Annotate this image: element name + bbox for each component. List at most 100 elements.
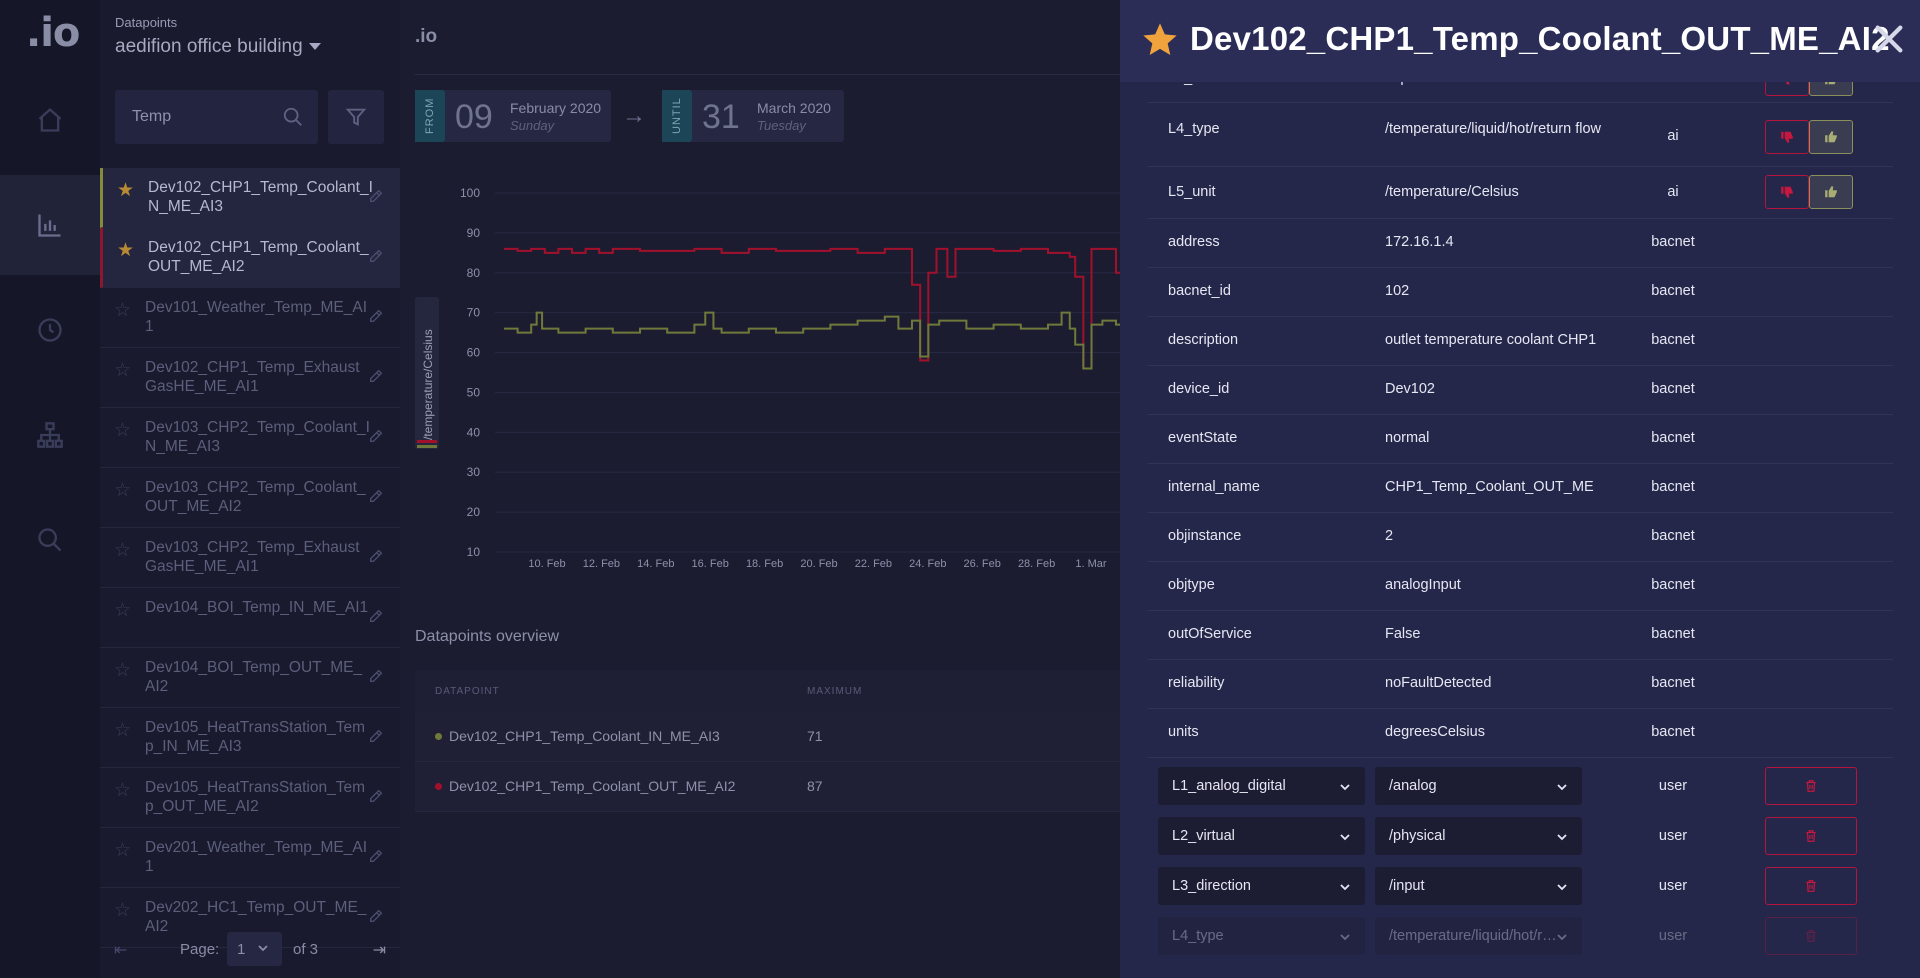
property-value-select[interactable]: /physical	[1375, 817, 1582, 855]
datapoint-list-item[interactable]: ☆ Dev104_BOI_Temp_IN_ME_AI1	[100, 588, 400, 648]
property-value: noFaultDetected	[1385, 675, 1492, 691]
delete-button[interactable]	[1765, 867, 1857, 905]
property-value: /temperature/liquid/hot/return flow	[1385, 121, 1601, 137]
delete-button[interactable]	[1765, 917, 1857, 955]
thumbs-down-button[interactable]	[1765, 120, 1809, 154]
datapoint-list-item[interactable]: ☆ Dev105_HeatTransStation_Temp_IN_ME_AI3	[100, 708, 400, 768]
star-icon[interactable]: ☆	[114, 839, 131, 862]
nav-home[interactable]	[0, 70, 100, 170]
pencil-icon[interactable]	[368, 668, 384, 684]
y-tick-label: 30	[467, 465, 481, 479]
datapoint-list-item[interactable]: ☆ Dev201_Weather_Temp_ME_AI1	[100, 828, 400, 888]
star-icon[interactable]: ☆	[114, 719, 131, 742]
overview-row[interactable]: Dev102_CHP1_Temp_Coolant_OUT_ME_AI2 87	[415, 762, 1120, 812]
x-tick-label: 16. Feb	[692, 558, 729, 570]
star-icon[interactable]: ☆	[114, 899, 131, 922]
property-value-select[interactable]: /input	[1375, 867, 1582, 905]
datapoint-list-item[interactable]: ☆ Dev101_Weather_Temp_ME_AI1	[100, 288, 400, 348]
property-key-select[interactable]: L3_direction	[1158, 867, 1365, 905]
datapoint-name: Dev104_BOI_Temp_IN_ME_AI1	[145, 599, 369, 616]
property-source: user	[1658, 928, 1688, 944]
from-date-picker[interactable]: FROM 09 February 2020 Sunday	[415, 90, 611, 142]
search-icon[interactable]	[282, 106, 304, 128]
pencil-icon[interactable]	[368, 428, 384, 444]
property-key: L4_type	[1172, 928, 1224, 944]
star-icon[interactable]: ☆	[114, 419, 131, 442]
nav-hierarchy[interactable]	[0, 385, 100, 485]
until-day: 31	[702, 98, 740, 136]
property-key: units	[1168, 724, 1199, 740]
datapoint-list-item[interactable]: ★ Dev102_CHP1_Temp_Coolant_OUT_ME_AI2	[100, 228, 400, 288]
property-key: L1_analog_digital	[1172, 778, 1286, 794]
overview-title: Datapoints overview	[415, 628, 560, 645]
last-page-icon[interactable]: ⇥	[373, 940, 386, 960]
pencil-icon[interactable]	[368, 848, 384, 864]
x-tick-label: 22. Feb	[855, 558, 892, 570]
pencil-icon[interactable]	[368, 548, 384, 564]
building-selector[interactable]: aedifion office building	[115, 36, 321, 58]
pencil-icon[interactable]	[368, 488, 384, 504]
chevron-down-icon	[258, 945, 268, 952]
nav-search[interactable]	[0, 490, 100, 590]
pencil-icon[interactable]	[368, 908, 384, 924]
datapoint-list-item[interactable]: ☆ Dev103_CHP2_Temp_Coolant_IN_ME_AI3	[100, 408, 400, 468]
datapoint-list-item[interactable]: ★ Dev102_CHP1_Temp_Coolant_IN_ME_AI3	[100, 168, 400, 228]
search-input[interactable]: Temp	[115, 90, 318, 144]
series-line[interactable]	[504, 247, 1134, 381]
series-dot	[435, 733, 442, 740]
property-key: L4_type	[1168, 121, 1220, 137]
thumbs-up-button[interactable]	[1809, 120, 1853, 154]
star-icon[interactable]: ★	[117, 179, 134, 202]
star-icon[interactable]: ☆	[114, 299, 131, 322]
pencil-icon[interactable]	[368, 608, 384, 624]
property-value-select[interactable]: /analog	[1375, 767, 1582, 805]
filter-icon	[345, 108, 367, 126]
property-key-select[interactable]: L1_analog_digital	[1158, 767, 1365, 805]
overview-row[interactable]: Dev102_CHP1_Temp_Coolant_IN_ME_AI3 71	[415, 712, 1120, 762]
series-line[interactable]	[504, 311, 1134, 385]
delete-button[interactable]	[1765, 767, 1857, 805]
nav-history[interactable]	[0, 280, 100, 380]
datapoint-name: Dev103_CHP2_Temp_ExhaustGasHE_ME_AI1	[145, 539, 360, 575]
pencil-icon[interactable]	[368, 788, 384, 804]
thumbs-up-button[interactable]	[1809, 175, 1853, 209]
property-key-select[interactable]: L2_virtual	[1158, 817, 1365, 855]
star-icon[interactable]: ☆	[114, 599, 131, 622]
legend-swatch	[417, 440, 437, 443]
star-icon[interactable]	[1140, 20, 1180, 60]
star-icon[interactable]: ☆	[114, 479, 131, 502]
pencil-icon[interactable]	[368, 188, 384, 204]
until-date-picker[interactable]: UNTIL 31 March 2020 Tuesday	[662, 90, 844, 142]
datapoint-list-item[interactable]: ☆ Dev105_HeatTransStation_Temp_OUT_ME_AI2	[100, 768, 400, 828]
pencil-icon[interactable]	[368, 368, 384, 384]
datapoint-list-item[interactable]: ☆ Dev104_BOI_Temp_OUT_ME_AI2	[100, 648, 400, 708]
property-source: ai	[1667, 128, 1679, 144]
datapoint-list-item[interactable]: ☆ Dev103_CHP2_Temp_ExhaustGasHE_ME_AI1	[100, 528, 400, 588]
property-key-select[interactable]: L4_type	[1158, 917, 1365, 955]
delete-button[interactable]	[1765, 817, 1857, 855]
from-tag: FROM	[415, 90, 445, 142]
datapoint-list-item[interactable]: ☆ Dev102_CHP1_Temp_ExhaustGasHE_ME_AI1	[100, 348, 400, 408]
star-icon[interactable]: ☆	[114, 779, 131, 802]
property-source: user	[1658, 828, 1688, 844]
star-icon[interactable]: ★	[117, 239, 134, 262]
close-icon[interactable]	[1872, 22, 1906, 56]
pencil-icon[interactable]	[368, 308, 384, 324]
app-logo[interactable]: .io	[26, 10, 80, 56]
pencil-icon[interactable]	[368, 248, 384, 264]
x-tick-label: 24. Feb	[909, 558, 946, 570]
datapoint-list-item[interactable]: ☆ Dev103_CHP2_Temp_Coolant_OUT_ME_AI2	[100, 468, 400, 528]
star-icon[interactable]: ☆	[114, 359, 131, 382]
pencil-icon[interactable]	[368, 728, 384, 744]
nav-analytics[interactable]	[0, 175, 100, 275]
first-page-icon[interactable]: ⇤	[114, 940, 127, 960]
thumbs-down-button[interactable]	[1765, 175, 1809, 209]
main-logo: .io	[415, 26, 438, 47]
filter-button[interactable]	[328, 90, 384, 144]
star-icon[interactable]: ☆	[114, 659, 131, 682]
page-select[interactable]: 1	[227, 932, 282, 966]
star-icon[interactable]: ☆	[114, 539, 131, 562]
home-icon	[38, 107, 62, 132]
property-row: objtype analogInput bacnet	[1148, 561, 1893, 611]
property-value-select[interactable]: /temperature/liquid/hot/r…	[1375, 917, 1582, 955]
